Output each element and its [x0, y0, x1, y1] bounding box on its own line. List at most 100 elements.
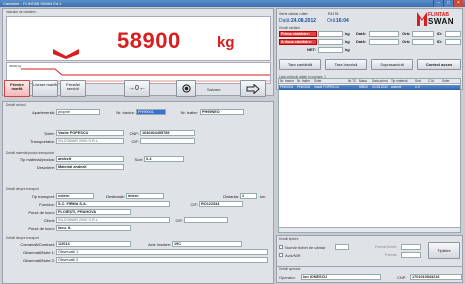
loading-point-input[interactable]: PLOIEȘTI, PRAHOVA: [56, 209, 131, 215]
supplier-label: Furnizor:: [39, 202, 55, 207]
distance-label: Distanța:: [223, 194, 239, 199]
second-weighing-label: A doua cântărire:: [279, 39, 317, 45]
maximize-icon[interactable]: □: [443, 0, 453, 7]
col-tc[interactable]: Nr.TC: [348, 79, 356, 83]
format-ticket-label: Format tichet:: [375, 245, 397, 249]
transport-type-select[interactable]: extern: [56, 193, 94, 199]
first-id-value: [445, 31, 461, 37]
owner-label: Apartenență:: [32, 110, 55, 115]
col-trailer[interactable]: Nr. trailer: [297, 79, 310, 83]
table-header: Nr. tractor Nr. trailer Sofer Nr.TC Masa…: [279, 79, 460, 84]
supplier-select[interactable]: S.C. FIRMA S.A.: [56, 201, 170, 207]
ticket-label: Număr tichet de cântar: [285, 245, 326, 250]
operator-cnp-input[interactable]: 1701010543216: [410, 274, 462, 280]
client-cif-label: CIF:: [175, 218, 183, 223]
flintab-logo: FLINTAB SWAN: [417, 12, 461, 26]
access-control-button[interactable]: Control acces: [417, 59, 461, 70]
close-icon[interactable]: ×: [453, 0, 463, 7]
entered-tare-button[interactable]: Tara înscrisă: [325, 59, 367, 70]
minimize-icon[interactable]: –: [433, 0, 443, 7]
description-label: Descriere:: [36, 165, 55, 170]
cell-driver: Vasile POPESCU: [314, 85, 339, 89]
weighings-section-label: Detalii cântăriri: [279, 26, 301, 30]
ticket-count-input[interactable]: [335, 244, 349, 250]
destination-select[interactable]: intern: [126, 193, 164, 199]
next-button[interactable]: [240, 80, 266, 97]
first-date-label: Dată:: [356, 31, 367, 36]
second-weighing-value: [318, 39, 343, 45]
record-icon: [181, 84, 191, 93]
cell-trailer: PH00002: [297, 85, 311, 89]
save-label: Salvare: [207, 87, 221, 92]
second-id-value: [445, 39, 461, 45]
print-button[interactable]: Tipărire: [428, 242, 460, 259]
date-value: 24.08.2012: [291, 18, 317, 24]
order-input[interactable]: 1/2014: [56, 241, 131, 247]
deliver-goods-button[interactable]: Livrare marfă: [32, 80, 58, 97]
owner-select[interactable]: proprie: [56, 109, 100, 115]
supplier-cif-input[interactable]: RO122334: [199, 201, 243, 207]
second-kg-label: kg: [345, 39, 350, 44]
sort-select[interactable]: 0-4: [144, 156, 184, 162]
aviz-checkbox[interactable]: [279, 253, 283, 257]
record-button[interactable]: [176, 80, 196, 97]
aviz-label: Aviz/NIR: [285, 253, 301, 258]
ticket-checkbox[interactable]: [279, 245, 283, 249]
driver-label: Șofer:: [44, 131, 55, 136]
client-label: Client:: [43, 218, 55, 223]
window-titlebar: Cantarire - FLINTAB SWAN Ed.1 – □ ×: [0, 0, 465, 7]
logo-text-bottom: SWAN: [428, 17, 454, 26]
col-mass[interactable]: Masa: [359, 79, 367, 83]
col-driver[interactable]: Sofer: [314, 79, 322, 83]
tractor-input[interactable]: PH99001: [136, 109, 166, 115]
carrier-cif-input[interactable]: [140, 138, 195, 144]
overload-button[interactable]: Suprasarcină: [371, 59, 413, 70]
observations2-input[interactable]: Observatii 2: [56, 257, 268, 263]
carrier-input[interactable]: SILCOMAR 2000 S.R.L.: [56, 138, 124, 144]
format-aviz-label: Format:: [385, 253, 398, 257]
swan-logo-icon: [417, 12, 427, 26]
docs-section-label: Detalii despre transport: [6, 236, 39, 240]
col-date[interactable]: Data prima: [372, 79, 388, 83]
format-aviz-select[interactable]: [401, 252, 421, 258]
tractor-label: Nr. tractor:: [116, 110, 135, 115]
second-date-label: Dată:: [356, 39, 367, 44]
carrier-label: Transportator:: [30, 139, 55, 144]
observations1-input[interactable]: Observatii 1: [56, 249, 268, 255]
col-driver2[interactable]: Sofer: [442, 79, 450, 83]
material-type-select[interactable]: andezit: [56, 156, 124, 162]
col-tractor[interactable]: Nr. tractor: [280, 79, 294, 83]
weight-display: 58900 kg: [6, 16, 271, 61]
receive-goods-button[interactable]: Primire marfă: [4, 80, 30, 97]
unloading-point-input[interactable]: locu. IL: [56, 225, 131, 231]
transport-type-label: Tip transport:: [31, 194, 55, 199]
weighed-tare-button[interactable]: Tara cantărită: [279, 59, 321, 70]
material-section-label: Detalii material/produs transportat: [6, 151, 54, 155]
vehicles-table: Nr. tractor Nr. trailer Sofer Nr.TC Masa…: [278, 78, 461, 233]
col-sort[interactable]: Sort: [415, 79, 421, 83]
notice-input[interactable]: 15C: [172, 241, 242, 247]
description-input[interactable]: Material andezit: [56, 164, 124, 170]
format-ticket-select[interactable]: [401, 244, 421, 250]
distance-input[interactable]: 1: [240, 193, 257, 199]
cell-material: andezit: [391, 85, 402, 89]
driver-input[interactable]: Vasile POPESCU: [56, 130, 124, 136]
sort-label: Sort:: [134, 157, 143, 162]
driver-cnp-input[interactable]: 1640404455789: [140, 130, 195, 136]
serial-label: Serie cântar rutier:: [279, 12, 309, 16]
observations2-label: Observații/Note 2:: [22, 258, 55, 263]
operator-name-input[interactable]: Ion IONESCU: [301, 274, 381, 280]
zero-button[interactable]: →0←: [124, 80, 150, 97]
date-label: Dată:: [279, 18, 291, 24]
table-scrollbar[interactable]: [279, 227, 460, 232]
client-cif-input[interactable]: [184, 217, 228, 223]
client-select[interactable]: SILCOMAR 2000 S.R.L.: [56, 217, 170, 223]
distance-unit: km: [260, 194, 266, 199]
col-cm[interactable]: C.M.: [428, 79, 435, 83]
table-row[interactable]: PH00001 PH00002 Vasile POPESCU 58900 24.…: [279, 85, 460, 90]
trailer-input[interactable]: PH99NEO: [200, 109, 244, 115]
destination-label: Destinație:: [106, 194, 125, 199]
trailer-label: Nr. trailer:: [180, 110, 198, 115]
services-button[interactable]: Prestări servicii: [60, 80, 86, 97]
col-material[interactable]: Tip material: [391, 79, 408, 83]
